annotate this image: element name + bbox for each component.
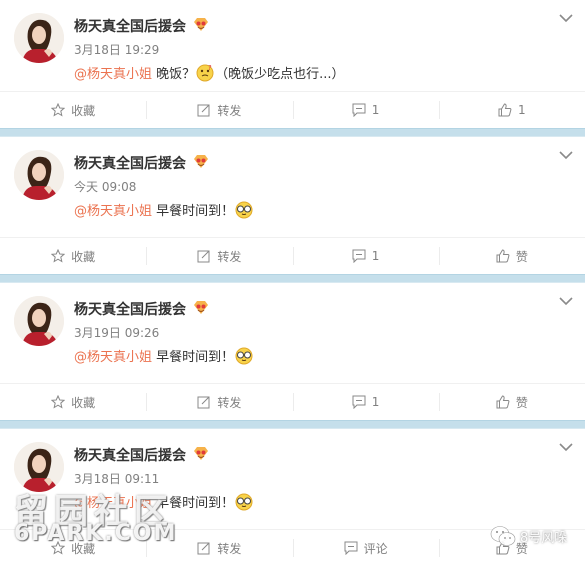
author-name[interactable]: 杨天真全国后援会 — [74, 445, 186, 465]
star-icon — [51, 395, 66, 409]
post-text-tail: （晚饭少吃点也行...） — [215, 67, 345, 82]
post-text: 早餐时间到！ — [152, 350, 235, 365]
post-time[interactable]: 今天 09:08 — [74, 178, 136, 195]
comment-icon — [352, 395, 366, 409]
feed-divider — [0, 274, 585, 283]
post-content: @杨天真小姐 早餐时间到！ — [74, 200, 254, 219]
wechat-watermark: 8号风哚 — [490, 525, 567, 547]
comment-label: 评论 — [363, 541, 388, 556]
post-content: @杨天真小姐 晚饭？? （晚饭少吃点也行...） — [74, 63, 345, 82]
like-button[interactable]: 赞 — [438, 384, 585, 420]
repost-label: 转发 — [217, 103, 242, 118]
weibo-post: 杨天真全国后援会 今天 09:08 @杨天真小姐 早餐时间到！ 收藏 转发 1 — [0, 137, 585, 274]
like-button[interactable]: 赞 — [438, 238, 585, 274]
action-bar: 收藏 转发 1 1 — [0, 91, 585, 128]
comment-button[interactable]: 1 — [292, 238, 439, 274]
comment-icon — [352, 103, 366, 117]
site-watermark-en: 6PARK.COM — [14, 521, 178, 546]
chevron-down-icon[interactable] — [559, 296, 573, 306]
repost-icon — [197, 542, 210, 555]
vip-badge-icon — [194, 301, 208, 314]
comment-icon — [352, 249, 366, 263]
feed-divider — [0, 420, 585, 429]
author-name[interactable]: 杨天真全国后援会 — [74, 299, 186, 319]
comment-button[interactable]: 1 — [292, 384, 439, 420]
favorite-label: 收藏 — [71, 395, 96, 410]
post-text: 早餐时间到！ — [152, 204, 235, 219]
repost-icon — [197, 250, 210, 263]
mention-link[interactable]: @杨天真小姐 — [74, 204, 152, 219]
vip-badge-icon — [194, 18, 208, 31]
comment-count: 1 — [371, 103, 380, 117]
repost-label: 转发 — [217, 249, 242, 264]
chevron-down-icon[interactable] — [559, 13, 573, 23]
repost-icon — [197, 396, 210, 409]
post-content: @杨天真小姐 早餐时间到！ — [74, 346, 254, 365]
like-count: 赞 — [515, 395, 528, 410]
glasses-emoji-icon — [235, 493, 253, 511]
mention-link[interactable]: @杨天真小姐 — [74, 67, 152, 82]
star-icon — [51, 103, 66, 117]
action-bar: 收藏 转发 1 赞 — [0, 383, 585, 420]
wechat-icon — [490, 526, 516, 546]
feed-divider — [0, 128, 585, 137]
like-button[interactable]: 1 — [438, 92, 585, 128]
comment-count: 1 — [371, 395, 380, 409]
vip-badge-icon — [194, 447, 208, 460]
comment-button[interactable]: 1 — [292, 92, 439, 128]
chevron-down-icon[interactable] — [559, 150, 573, 160]
like-count: 1 — [518, 103, 526, 117]
star-icon — [51, 249, 66, 263]
favorite-button[interactable]: 收藏 — [0, 92, 146, 128]
post-time[interactable]: 3月18日 19:29 — [74, 41, 159, 58]
favorite-label: 收藏 — [71, 103, 96, 118]
glasses-emoji-icon — [235, 201, 253, 219]
avatar[interactable] — [14, 150, 64, 200]
repost-label: 转发 — [217, 395, 242, 410]
post-time[interactable]: 3月19日 09:26 — [74, 324, 159, 341]
mention-link[interactable]: @杨天真小姐 — [74, 350, 152, 365]
thinking-emoji-icon: ? — [196, 64, 214, 82]
favorite-label: 收藏 — [71, 249, 96, 264]
post-text: 晚饭？ — [152, 67, 196, 82]
author-name[interactable]: 杨天真全国后援会 — [74, 153, 186, 173]
avatar[interactable] — [14, 296, 64, 346]
vip-badge-icon — [194, 155, 208, 168]
thumbs-up-icon — [498, 103, 512, 117]
like-count: 赞 — [515, 249, 528, 264]
avatar[interactable] — [14, 13, 64, 63]
weibo-post: 杨天真全国后援会 3月19日 09:26 @杨天真小姐 早餐时间到！ 收藏 转发… — [0, 283, 585, 420]
comment-count: 1 — [371, 249, 380, 263]
favorite-button[interactable]: 收藏 — [0, 238, 146, 274]
repost-button[interactable]: 转发 — [146, 384, 292, 420]
comment-button[interactable]: 评论 — [292, 530, 439, 566]
comment-icon — [344, 541, 358, 555]
repost-icon — [197, 104, 210, 117]
chevron-down-icon[interactable] — [559, 442, 573, 452]
thumbs-up-icon — [496, 249, 510, 263]
favorite-button[interactable]: 收藏 — [0, 384, 146, 420]
author-name[interactable]: 杨天真全国后援会 — [74, 16, 186, 36]
repost-button[interactable]: 转发 — [146, 238, 292, 274]
weibo-post: 杨天真全国后援会 3月18日 19:29 @杨天真小姐 晚饭？? （晚饭少吃点也行… — [0, 0, 585, 128]
svg-text:?: ? — [208, 64, 212, 72]
repost-label: 转发 — [217, 541, 242, 556]
repost-button[interactable]: 转发 — [146, 92, 292, 128]
glasses-emoji-icon — [235, 347, 253, 365]
wechat-account-name: 8号风哚 — [520, 530, 568, 546]
thumbs-up-icon — [496, 395, 510, 409]
action-bar: 收藏 转发 1 赞 — [0, 237, 585, 274]
